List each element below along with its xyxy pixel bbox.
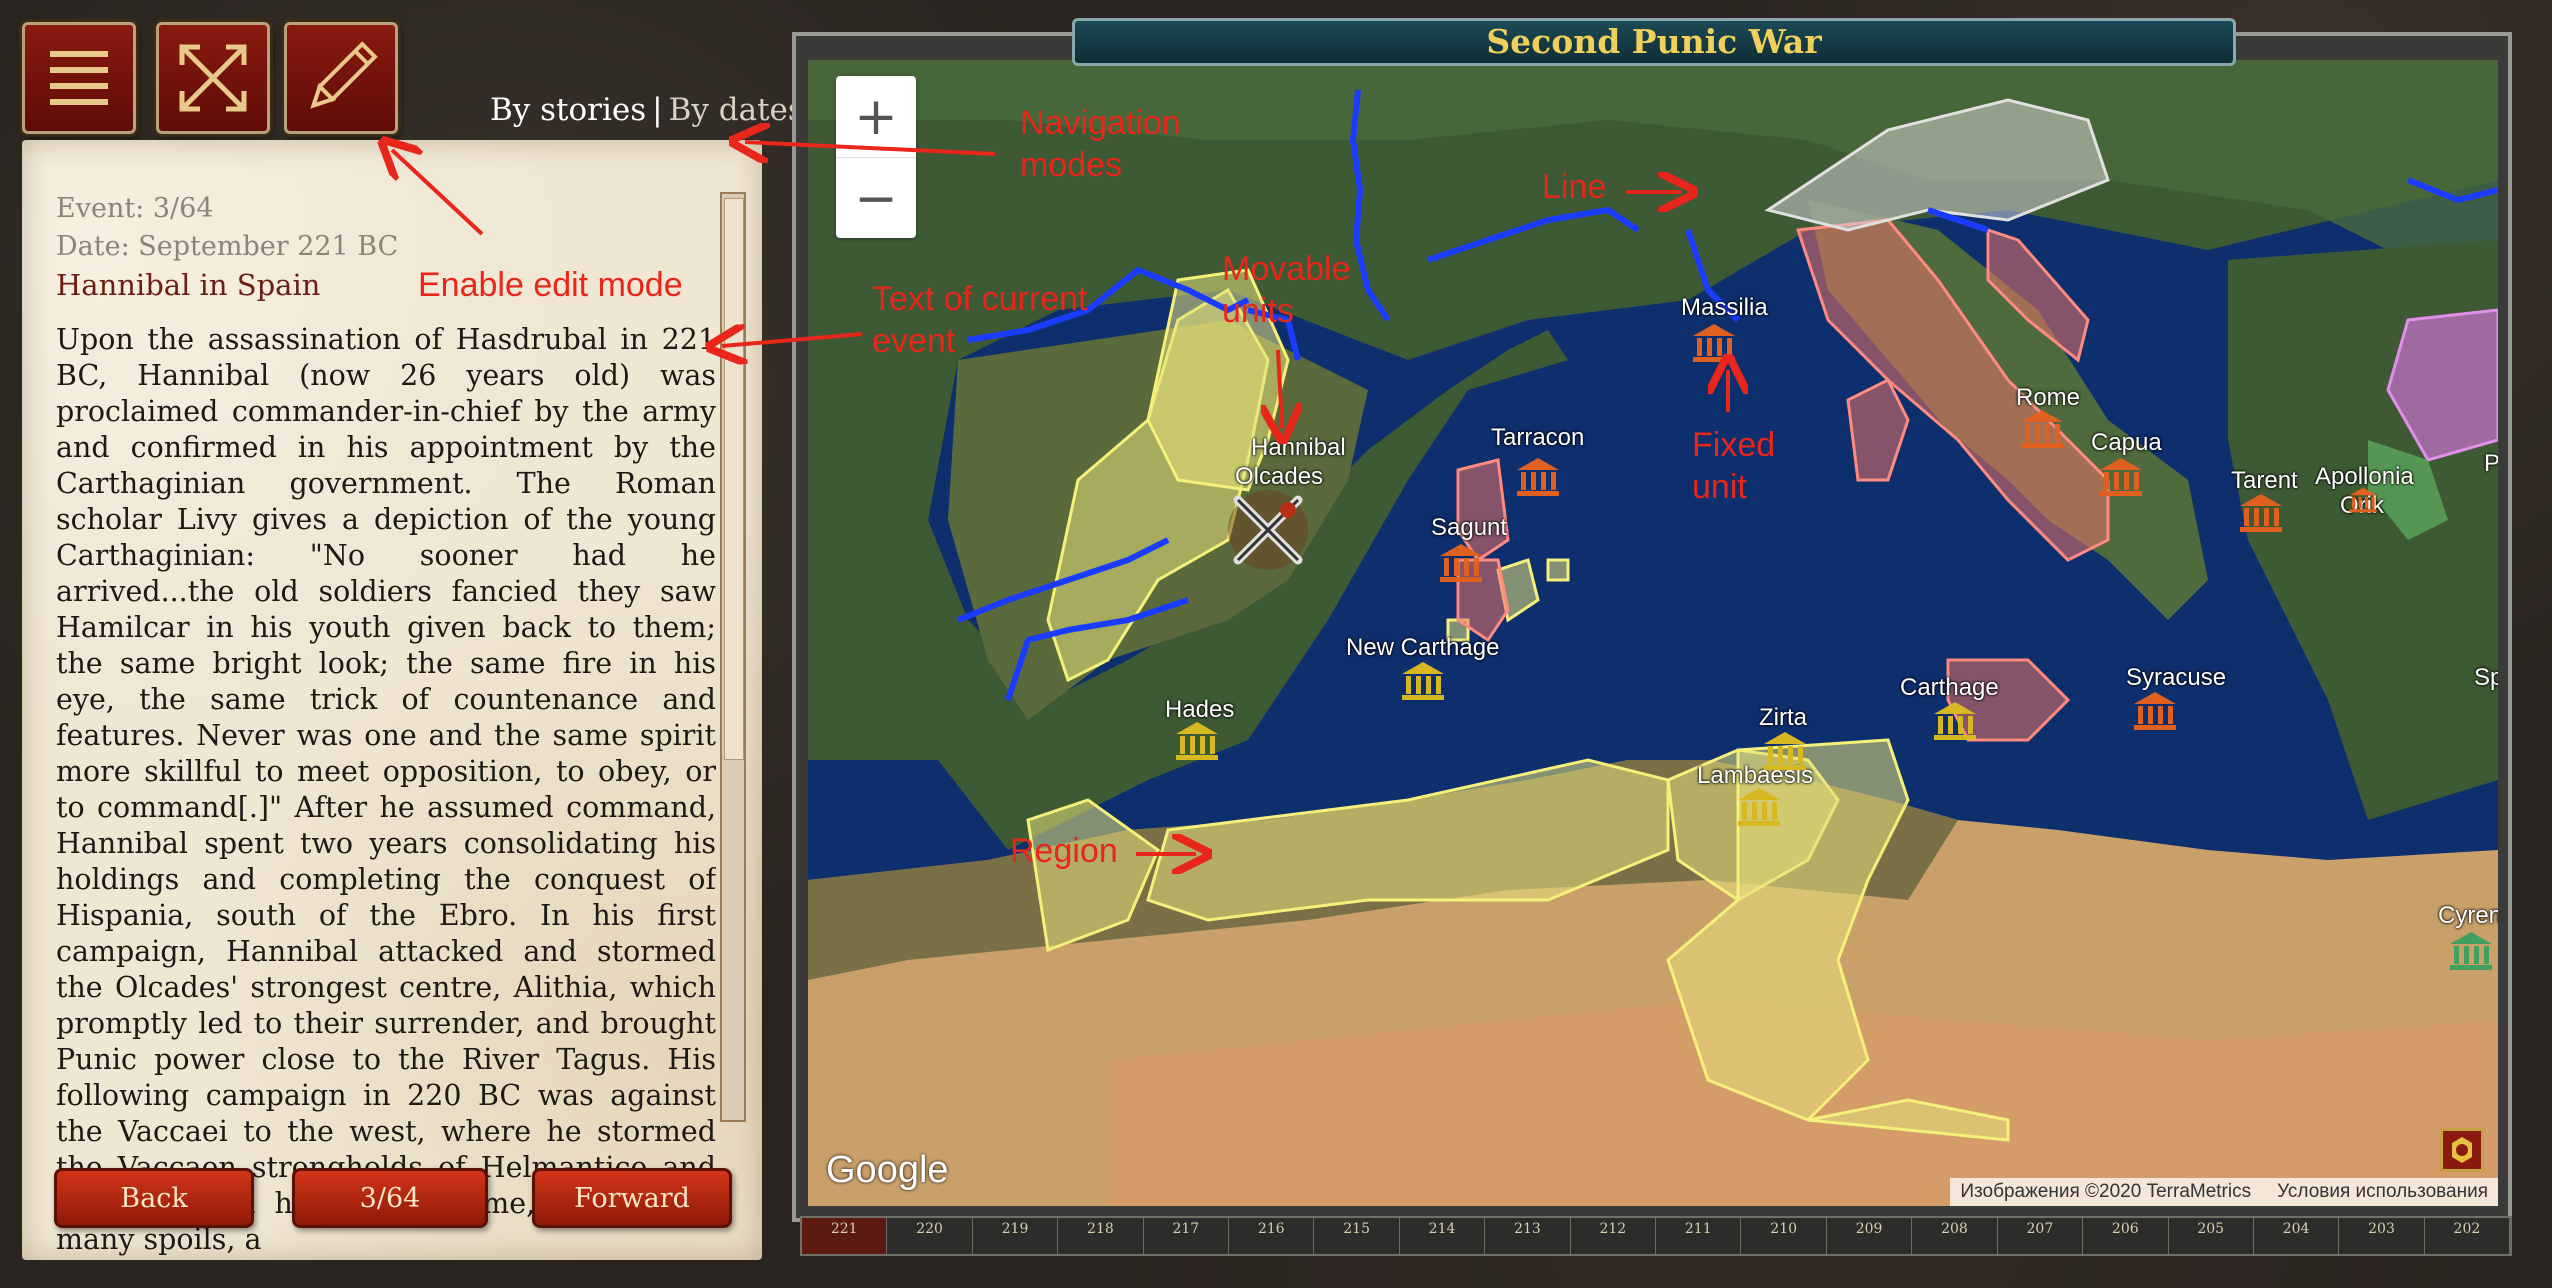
label-p: P [2484, 450, 2498, 477]
label-massilia: Massilia [1681, 294, 1768, 321]
timeline-bar[interactable]: 221 220 219 218 217 216 215 214 213 212 211 210 209 2… [800, 1216, 2512, 1256]
timeline-year-208[interactable]: 208 [1912, 1218, 1998, 1254]
temple-icon-rome[interactable] [2019, 408, 2065, 450]
expand-arrows-icon [179, 44, 247, 112]
annotation-movable-units: Movable units [1222, 250, 1351, 330]
gear-icon [2452, 1137, 2472, 1163]
timeline-year-209[interactable]: 209 [1827, 1218, 1913, 1254]
zoom-control: + − [836, 76, 916, 238]
label-capua: Capua [2091, 429, 2162, 456]
temple-icon-tarent[interactable] [2238, 492, 2284, 534]
temple-icon-lambaesis[interactable] [1736, 786, 1782, 828]
navigation-modes: By stories | By dates [490, 92, 804, 128]
label-tarracon: Tarracon [1491, 424, 1585, 451]
crossed-swords-unit-icon[interactable] [1218, 480, 1318, 580]
timeline-year-212[interactable]: 212 [1571, 1218, 1657, 1254]
timeline-year-214[interactable]: 214 [1400, 1218, 1486, 1254]
temple-icon-apollonia[interactable] [2348, 486, 2378, 514]
timeline-year-218[interactable]: 218 [1058, 1218, 1144, 1254]
temple-icon-tarracon[interactable] [1515, 456, 1561, 498]
timeline-year-216[interactable]: 216 [1229, 1218, 1315, 1254]
annotation-fixed-unit: Fixed unit [1692, 426, 1776, 506]
back-button[interactable]: Back [54, 1168, 254, 1228]
event-date: Date: September 221 BC [56, 231, 399, 262]
timeline-year-211[interactable]: 211 [1656, 1218, 1742, 1254]
timeline-year-213[interactable]: 213 [1485, 1218, 1571, 1254]
event-title: Hannibal in Spain [56, 268, 321, 302]
map-view[interactable]: + − Hannibal Olcades Tarracon Sagunt New… [808, 60, 2498, 1206]
annotation-enable-edit: Enable edit mode [418, 266, 683, 304]
label-new-carthage: New Carthage [1346, 634, 1500, 661]
by-dates-link[interactable]: By dates [669, 92, 804, 128]
fullscreen-button[interactable] [156, 22, 270, 134]
scrollbar[interactable] [720, 192, 746, 1122]
timeline-year-204[interactable]: 204 [2254, 1218, 2340, 1254]
timeline-year-215[interactable]: 215 [1314, 1218, 1400, 1254]
event-counter: Event: 3/64 [56, 193, 214, 224]
event-counter-button[interactable]: 3/64 [292, 1168, 488, 1228]
annotation-line: Line [1542, 168, 1607, 206]
label-syracuse: Syracuse [2126, 664, 2227, 691]
temple-icon-massilia[interactable] [1691, 322, 1737, 364]
annotation-navigation-modes: Navigation modes [1020, 104, 1181, 184]
label-zirta: Zirta [1759, 704, 1807, 731]
label-sp: Sp [2474, 664, 2498, 691]
map-attribution: Изображения ©2020 TerraMetrics Условия ис… [1950, 1178, 2498, 1206]
forward-button[interactable]: Forward [532, 1168, 732, 1228]
timeline-year-220[interactable]: 220 [887, 1218, 973, 1254]
temple-icon-hades[interactable] [1174, 720, 1220, 762]
map-settings-button[interactable] [2440, 1128, 2484, 1172]
nav-separator: | [652, 92, 663, 128]
label-tarent: Tarent [2231, 467, 2298, 494]
label-sagunt: Sagunt [1431, 514, 1508, 541]
timeline-year-210[interactable]: 210 [1741, 1218, 1827, 1254]
temple-icon-syracuse[interactable] [2132, 690, 2178, 732]
temple-icon-capua[interactable] [2098, 456, 2144, 498]
timeline-year-217[interactable]: 217 [1144, 1218, 1230, 1254]
temple-icon-zirta[interactable] [1762, 730, 1808, 772]
google-logo: Google [826, 1149, 949, 1191]
story-panel: Event: 3/64 Date: September 221 BC Hanni… [22, 140, 762, 1260]
annotation-text-of-event: Text of current event [872, 280, 1088, 360]
temple-icon-carthage[interactable] [1932, 700, 1978, 742]
zoom-in-button[interactable]: + [836, 76, 916, 157]
label-cyrene: Cyren [2438, 902, 2498, 929]
map-title: Second Punic War [1072, 18, 2236, 66]
timeline-year-202[interactable]: 202 [2425, 1218, 2511, 1254]
label-hannibal: Hannibal [1251, 434, 1346, 461]
terms-link[interactable]: Условия использования [2277, 1181, 2488, 1202]
pencil-icon [310, 41, 378, 109]
timeline-year-203[interactable]: 203 [2339, 1218, 2425, 1254]
timeline-year-207[interactable]: 207 [1998, 1218, 2084, 1254]
event-text: Upon the assassination of Hasdrubal in 2… [56, 323, 716, 1256]
timeline-year-205[interactable]: 205 [2169, 1218, 2254, 1254]
edit-mode-button[interactable] [284, 22, 398, 134]
temple-icon-sagunt[interactable] [1438, 542, 1484, 584]
temple-icon-new-carthage[interactable] [1400, 660, 1446, 702]
zoom-out-button[interactable]: − [836, 157, 916, 239]
event-meta: Event: 3/64 Date: September 221 BC [56, 190, 398, 266]
timeline-year-206[interactable]: 206 [2083, 1218, 2169, 1254]
annotation-region: Region [1010, 832, 1118, 870]
label-carthage: Carthage [1900, 674, 1999, 701]
temple-icon-cyrene[interactable] [2448, 930, 2494, 972]
map-canvas [808, 60, 2498, 1206]
by-stories-link[interactable]: By stories [490, 92, 646, 128]
timeline-year-221[interactable]: 221 [802, 1218, 888, 1254]
scroll-thumb[interactable] [724, 198, 744, 760]
attribution-text: Изображения ©2020 TerraMetrics [1960, 1181, 2252, 1202]
menu-button[interactable] [22, 22, 136, 134]
hamburger-icon [50, 51, 108, 105]
timeline-year-219[interactable]: 219 [973, 1218, 1059, 1254]
